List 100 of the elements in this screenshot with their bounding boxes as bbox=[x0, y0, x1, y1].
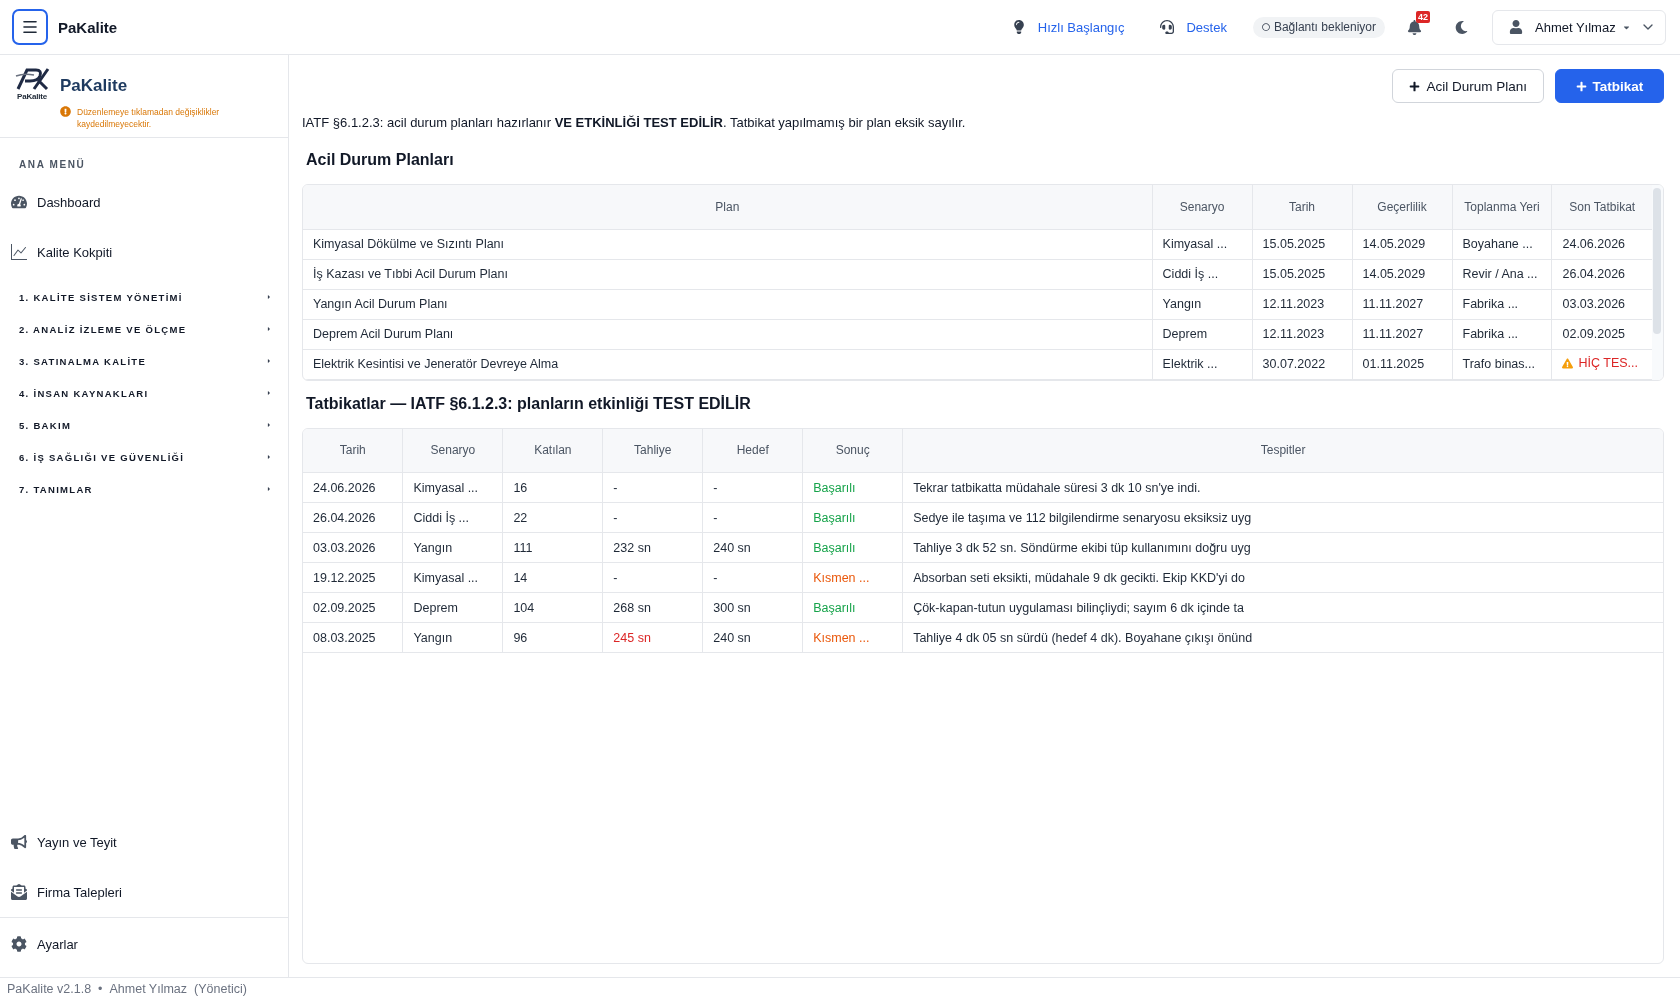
table-cell: Fabrika ... bbox=[1452, 319, 1552, 349]
column-header: Tespitler bbox=[902, 428, 1663, 473]
notification-badge: 42 bbox=[1416, 10, 1430, 23]
status-cell: Başarılı bbox=[802, 472, 903, 503]
connection-status: Bağlantı bekleniyor bbox=[1252, 16, 1385, 38]
table-cell: - bbox=[702, 502, 803, 533]
user-icon bbox=[1509, 20, 1523, 34]
footer-user: Ahmet Yılmaz bbox=[109, 982, 188, 996]
gauge-icon bbox=[11, 194, 27, 210]
nav-group[interactable]: 3. SATINALMA KALİTE bbox=[0, 345, 288, 377]
table-cell: 14.05.2029 bbox=[1352, 229, 1452, 259]
table-cell: Boyahane ... bbox=[1452, 229, 1552, 259]
table-cell: 104 bbox=[502, 592, 603, 623]
table-cell: 300 sn bbox=[702, 592, 803, 623]
table-cell: 30.07.2022 bbox=[1252, 349, 1353, 379]
table-cell: 26.04.2026 bbox=[303, 502, 403, 533]
table-cell: 14.05.2029 bbox=[1352, 259, 1452, 289]
table-cell: Elektrik Kesintisi ve Jeneratör Devreye Alma bbox=[303, 349, 1153, 379]
scrollbar-thumb[interactable] bbox=[1653, 188, 1661, 334]
table-cell: Revir / Ana ... bbox=[1452, 259, 1552, 289]
table-cell: 14 bbox=[502, 562, 603, 593]
table-cell: 02.09.2025 bbox=[303, 592, 403, 623]
section-title: Tatbikatlar — IATF §6.1.2.3: planların etkinliği TEST EDİLİR bbox=[306, 393, 752, 414]
status-cell: Kısmen ... bbox=[802, 562, 903, 593]
unsaved-warning: Düzenlemeye tıklamadan değişiklikler kaydedilmeyecektir. bbox=[77, 106, 221, 130]
nav-group[interactable]: 5. BAKIM bbox=[0, 409, 288, 441]
section-title: Acil Durum Planları bbox=[306, 150, 455, 170]
table-cell: Kimyasal ... bbox=[402, 562, 503, 593]
table-cell: Sedye ile taşıma ve 112 bilgilendirme senaryosu eksiksiz uyg bbox=[902, 502, 1663, 533]
table-cell: - bbox=[702, 472, 803, 503]
nav-item[interactable]: Firma Talepleri bbox=[0, 867, 288, 917]
sidebar-brand: PaKalite bbox=[60, 75, 129, 97]
table-cell: Yangın Acil Durum Planı bbox=[303, 289, 1153, 319]
table-cell: 22 bbox=[502, 502, 603, 533]
column-header: Hedef bbox=[702, 428, 803, 473]
table-cell: 96 bbox=[502, 622, 603, 653]
nav-group[interactable]: 6. İŞ SAĞLIĞI VE GÜVENLİĞİ bbox=[0, 441, 288, 473]
status-cell: Kısmen ... bbox=[802, 622, 903, 653]
table-cell: 12.11.2023 bbox=[1252, 319, 1353, 349]
nav-group[interactable]: 1. KALİTE SİSTEM YÖNETİMİ bbox=[0, 281, 288, 313]
table-cell: 240 sn bbox=[702, 532, 803, 563]
table-cell: Trafo binas... bbox=[1452, 349, 1552, 379]
table-cell: Kimyasal Dökülme ve Sızıntı Planı bbox=[303, 229, 1153, 259]
table-cell: Tekrar tatbikatta müdahale süresi 3 dk 10 sn'ye indi. bbox=[902, 472, 1663, 503]
add-button[interactable]: Acil Durum Planı bbox=[1392, 69, 1544, 103]
table-cell: Ciddi İş ... bbox=[402, 502, 503, 533]
nav-group[interactable]: 7. TANIMLAR bbox=[0, 473, 288, 505]
plus-icon bbox=[1409, 80, 1421, 92]
table-cell: 08.03.2025 bbox=[303, 622, 403, 653]
table-cell: 111 bbox=[502, 532, 603, 563]
nav-group[interactable]: 4. İNSAN KAYNAKLARI bbox=[0, 377, 288, 409]
table-cell: Çök-kapan-tutun uygulaması bilinçliydi; sayım 6 dk içinde ta bbox=[902, 592, 1663, 623]
table-cell: Absorban seti eksikti, müdahale 9 dk gecikti. Ekip KKD'yi do bbox=[902, 562, 1663, 593]
table-cell: Kimyasal ... bbox=[402, 472, 503, 503]
table-cell: Kimyasal ... bbox=[1152, 229, 1253, 259]
menu-button[interactable] bbox=[12, 9, 48, 45]
header-link[interactable]: Destek bbox=[1160, 19, 1227, 35]
nav-item[interactable]: Kalite Kokpiti bbox=[0, 227, 288, 277]
column-header: Senaryo bbox=[402, 428, 503, 473]
nav-item[interactable]: Yayın ve Teyit bbox=[0, 817, 288, 867]
table-cell: 19.12.2025 bbox=[303, 562, 403, 593]
add-button[interactable]: Tatbikat bbox=[1555, 69, 1664, 103]
table-cell: - bbox=[602, 472, 703, 503]
nav-item[interactable]: Dashboard bbox=[0, 177, 288, 227]
menu-icon bbox=[21, 18, 39, 36]
settings-nav-item[interactable]: Ayarlar bbox=[0, 918, 288, 970]
status-cell: Başarılı bbox=[802, 592, 903, 623]
app-version: PaKalite v2.1.8 bbox=[7, 982, 92, 996]
megaphone-icon bbox=[11, 834, 27, 850]
user-menu-button[interactable]: Ahmet Yılmaz bbox=[1492, 9, 1666, 45]
table-cell: Yangın bbox=[1152, 289, 1253, 319]
column-header: Toplanma Yeri bbox=[1452, 185, 1552, 229]
table-cell: Tahliye 4 dk 05 sn sürdü (hedef 4 dk). Boyahane çıkışı önünd bbox=[902, 622, 1663, 653]
theme-toggle-button[interactable] bbox=[1455, 20, 1468, 34]
table-cell: - bbox=[602, 562, 703, 593]
table-cell: - bbox=[602, 502, 703, 533]
column-header: Senaryo bbox=[1152, 185, 1253, 229]
settings-icon bbox=[11, 936, 27, 952]
column-header: Tarih bbox=[303, 428, 403, 473]
plus-icon bbox=[1575, 80, 1587, 92]
table-cell: 24.06.2026 bbox=[303, 472, 403, 503]
header-link[interactable]: Hızlı Başlangıç bbox=[1011, 19, 1125, 35]
warning-icon bbox=[60, 106, 71, 117]
app-title: PaKalite bbox=[58, 18, 118, 36]
envelope-icon bbox=[11, 884, 27, 900]
table-cell: 268 sn bbox=[602, 592, 703, 623]
table-cell: 11.11.2027 bbox=[1352, 289, 1452, 319]
column-header: Geçerlilik bbox=[1352, 185, 1452, 229]
table-cell: Yangın bbox=[402, 622, 503, 653]
table-cell: Elektrik ... bbox=[1152, 349, 1253, 379]
table-cell: Yangın bbox=[402, 532, 503, 563]
nav-group[interactable]: 2. ANALİZ İZLEME VE ÖLÇME bbox=[0, 313, 288, 345]
table-cell: Tahliye 3 dk 52 sn. Söndürme ekibi tüp kullanımını doğru uyg bbox=[902, 532, 1663, 563]
status-cell: Başarılı bbox=[802, 502, 903, 533]
line-chart-icon bbox=[11, 244, 27, 260]
table-cell: Fabrika ... bbox=[1452, 289, 1552, 319]
table-cell: 15.05.2025 bbox=[1252, 259, 1353, 289]
table-cell: 03.03.2026 bbox=[303, 532, 403, 563]
lightbulb-icon bbox=[1011, 20, 1026, 34]
status-cell: Başarılı bbox=[802, 532, 903, 563]
